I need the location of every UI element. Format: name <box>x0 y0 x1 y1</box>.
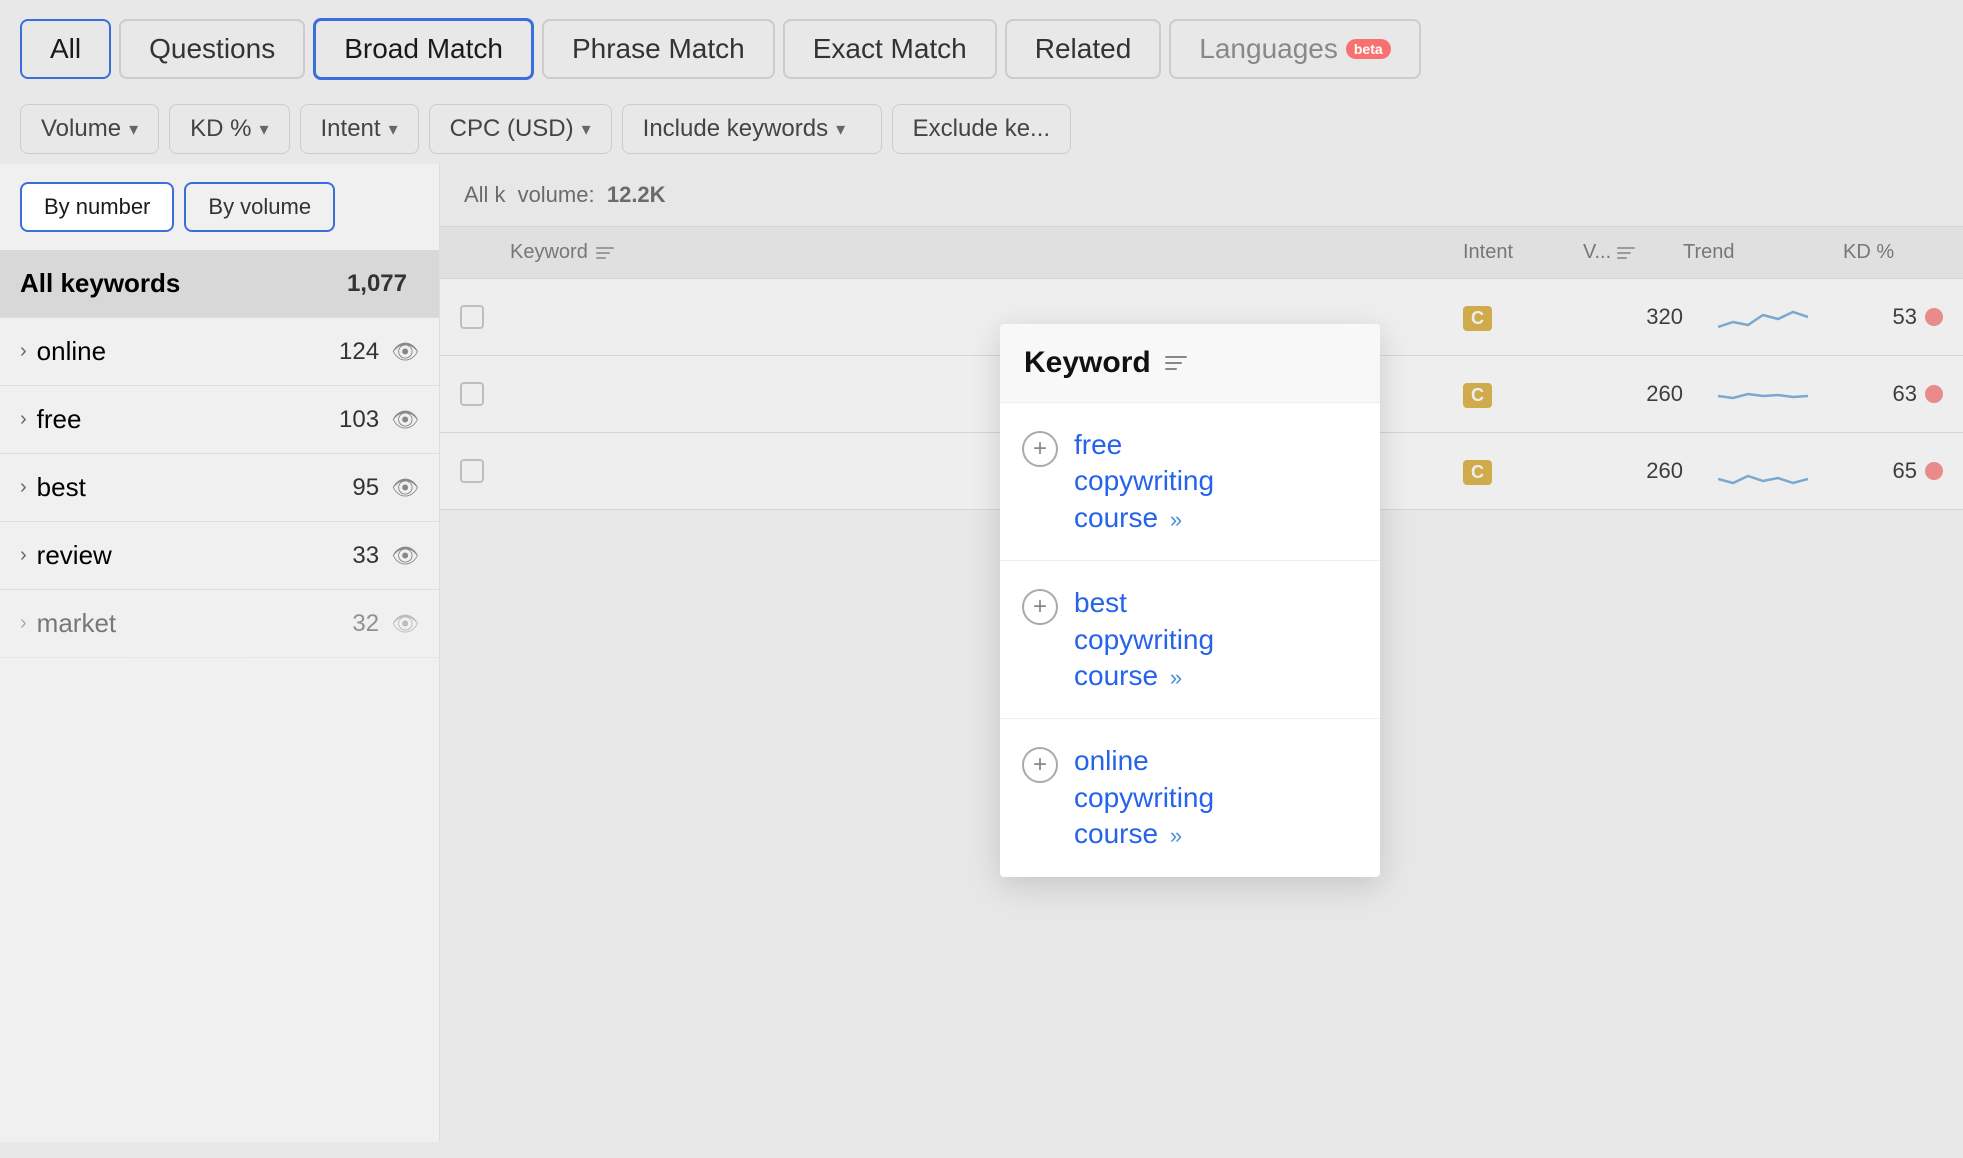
view-by-number-button[interactable]: By number <box>20 182 174 232</box>
chevron-double-icon: » <box>1170 823 1182 848</box>
sidebar-item-label: online <box>37 336 339 367</box>
filter-cpc[interactable]: CPC (USD) ▾ <box>429 104 612 154</box>
sidebar-item-count: 103 <box>339 406 379 434</box>
tab-exact-match[interactable]: Exact Match <box>783 19 997 79</box>
eye-icon: 👁 <box>391 339 419 365</box>
filter-include-keywords[interactable]: Include keywords ▾ <box>622 104 882 154</box>
sidebar-item-online[interactable]: › online 124 👁 <box>0 318 439 386</box>
content-area: All k volume: 12.2K Keyword Intent V... <box>440 164 1963 1142</box>
eye-icon: 👁 <box>391 475 419 501</box>
filter-exclude-keywords[interactable]: Exclude ke... <box>892 104 1071 154</box>
popup-title: Keyword <box>1024 346 1151 380</box>
sidebar-item-free[interactable]: › free 103 👁 <box>0 386 439 454</box>
eye-icon: 👁 <box>391 543 419 569</box>
chevron-down-icon: ▾ <box>259 119 268 140</box>
chevron-double-icon: » <box>1170 507 1182 532</box>
beta-badge: beta <box>1346 39 1391 59</box>
add-keyword-icon[interactable]: + <box>1022 589 1058 625</box>
chevron-down-icon: ▾ <box>129 119 138 140</box>
sidebar-item-count: 95 <box>352 474 379 502</box>
sidebar-item-count: 33 <box>352 542 379 570</box>
tab-broad-match[interactable]: Broad Match <box>313 18 534 80</box>
eye-icon: 👁 <box>391 611 419 637</box>
sidebar-list: All keywords 1,077 › online 124 👁 › free… <box>0 250 439 658</box>
popup-item-best-copywriting-course[interactable]: + best copywriting course » <box>1000 561 1380 719</box>
view-by-volume-button[interactable]: By volume <box>184 182 335 232</box>
popup-header: Keyword <box>1000 324 1380 403</box>
filter-bar: Volume ▾ KD % ▾ Intent ▾ CPC (USD) ▾ Inc… <box>0 94 1963 164</box>
sidebar-item-count: 1,077 <box>347 270 407 298</box>
sidebar-header: By number By volume <box>0 164 439 250</box>
chevron-right-icon: › <box>20 408 27 431</box>
sidebar-item-review[interactable]: › review 33 👁 <box>0 522 439 590</box>
sidebar-item-label: market <box>37 608 353 639</box>
sidebar-item-best[interactable]: › best 95 👁 <box>0 454 439 522</box>
keyword-popup: Keyword + free copywriting course » <box>1000 324 1380 877</box>
filter-intent[interactable]: Intent ▾ <box>300 104 419 154</box>
sidebar-item-label: free <box>37 404 339 435</box>
sidebar-item-label: All keywords <box>20 268 347 299</box>
tab-all[interactable]: All <box>20 19 111 79</box>
sidebar: By number By volume All keywords 1,077 ›… <box>0 164 440 1142</box>
chevron-right-icon: › <box>20 544 27 567</box>
main-content: By number By volume All keywords 1,077 ›… <box>0 164 1963 1142</box>
popup-keyword-text: online copywriting course » <box>1074 743 1214 852</box>
eye-icon: 👁 <box>391 407 419 433</box>
sidebar-item-label: best <box>37 472 353 503</box>
add-keyword-icon[interactable]: + <box>1022 431 1058 467</box>
chevron-down-icon: ▾ <box>389 119 398 140</box>
popup-keyword-text: best copywriting course » <box>1074 585 1214 694</box>
sidebar-item-label: review <box>37 540 353 571</box>
filter-kd[interactable]: KD % ▾ <box>169 104 289 154</box>
popup-keyword-text: free copywriting course » <box>1074 427 1214 536</box>
sidebar-item-count: 32 <box>352 610 379 638</box>
tab-related[interactable]: Related <box>1005 19 1162 79</box>
filter-volume[interactable]: Volume ▾ <box>20 104 159 154</box>
sort-icon <box>1165 356 1187 370</box>
tab-languages[interactable]: Languages beta <box>1169 19 1420 79</box>
chevron-right-icon: › <box>20 476 27 499</box>
chevron-down-icon: ▾ <box>836 119 845 140</box>
chevron-right-icon: › <box>20 340 27 363</box>
add-keyword-icon[interactable]: + <box>1022 747 1058 783</box>
tab-bar: All Questions Broad Match Phrase Match E… <box>0 0 1963 94</box>
sidebar-item-all[interactable]: All keywords 1,077 <box>0 250 439 318</box>
tab-questions[interactable]: Questions <box>119 19 305 79</box>
sidebar-item-count: 124 <box>339 338 379 366</box>
popup-item-online-copywriting-course[interactable]: + online copywriting course » <box>1000 719 1380 876</box>
chevron-double-icon: » <box>1170 665 1182 690</box>
chevron-right-icon: › <box>20 612 27 635</box>
popup-item-free-copywriting-course[interactable]: + free copywriting course » <box>1000 403 1380 561</box>
sidebar-item-market[interactable]: › market 32 👁 <box>0 590 439 658</box>
tab-phrase-match[interactable]: Phrase Match <box>542 19 775 79</box>
chevron-down-icon: ▾ <box>582 119 591 140</box>
